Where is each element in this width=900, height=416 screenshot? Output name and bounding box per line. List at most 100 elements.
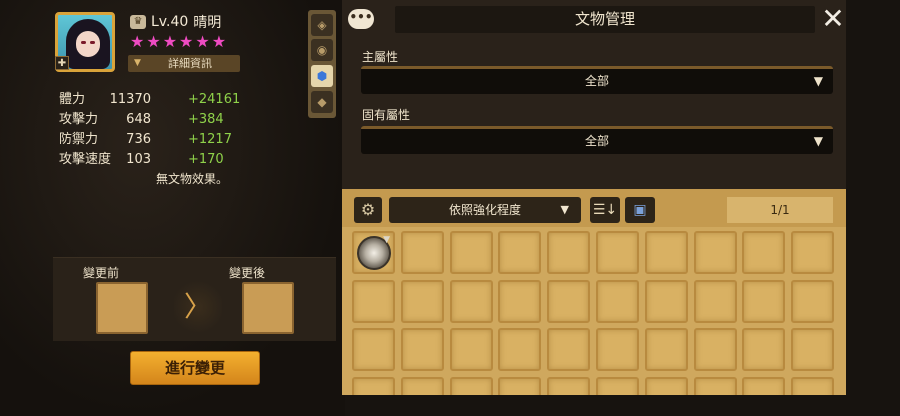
element-badge-icon: ✚ [55, 56, 69, 70]
inventory-slot[interactable] [547, 328, 590, 371]
stat-base: 736 [126, 132, 151, 147]
inventory-slot[interactable] [498, 328, 541, 371]
artifact-inventory: ⚙ 依照強化程度 ▼ ☰↓ ▣ 1/1 ▼ [342, 189, 846, 395]
inventory-slot[interactable] [596, 328, 639, 371]
inventory-slot[interactable] [352, 328, 395, 371]
inventory-slot[interactable] [694, 231, 737, 274]
tab-skill-icon[interactable]: ◆ [311, 91, 333, 113]
gear-icon[interactable]: ⚙ [354, 197, 382, 223]
storage-bag-icon[interactable]: ▣ [625, 197, 655, 223]
inventory-slot[interactable] [498, 377, 541, 395]
inventory-slot[interactable] [742, 231, 785, 274]
chevron-down-icon: ▼ [560, 203, 569, 216]
hero-level-row: ♛ Lv.40 晴明 [130, 13, 221, 31]
inventory-slot[interactable] [645, 280, 688, 323]
page-indicator: 1/1 [727, 197, 833, 223]
stat-row-defense: 防禦力 736 +1217 [59, 130, 259, 150]
inventory-slot[interactable] [645, 231, 688, 274]
stat-row-hp: 體力 11370 +24161 [59, 90, 259, 110]
inventory-slot[interactable] [450, 231, 493, 274]
chevron-down-icon: ▼ [813, 74, 823, 88]
tab-equipment-icon[interactable]: ◈ [311, 14, 333, 36]
stat-base: 648 [126, 112, 151, 127]
inventory-slot[interactable] [694, 377, 737, 395]
slot-after[interactable] [242, 282, 294, 334]
inventory-slot[interactable] [694, 328, 737, 371]
star-icon: ★ [179, 32, 194, 51]
stat-base: 11370 [109, 92, 151, 107]
inventory-slot[interactable] [596, 231, 639, 274]
star-icon: ★ [130, 32, 145, 51]
sort-order-icon[interactable]: ☰↓ [590, 197, 620, 223]
inventory-slot[interactable] [498, 280, 541, 323]
stat-bonus: +24161 [188, 92, 241, 107]
stat-name: 攻擊力 [59, 112, 99, 127]
inventory-slot[interactable] [547, 231, 590, 274]
apply-change-button[interactable]: 進行變更 [130, 351, 260, 385]
main-attr-label: 主屬性 [362, 50, 399, 64]
inventory-slot[interactable] [694, 280, 737, 323]
inventory-slot[interactable] [596, 377, 639, 395]
hero-level: Lv.40 [151, 14, 189, 30]
inventory-slot[interactable] [645, 328, 688, 371]
stat-bonus: +170 [188, 152, 224, 167]
arrow-right-icon: 〉 [174, 278, 222, 336]
inventory-slot[interactable] [547, 377, 590, 395]
inventory-slot[interactable] [498, 231, 541, 274]
inventory-slot[interactable] [791, 377, 834, 395]
star-icon: ★ [146, 32, 161, 51]
inventory-slot[interactable] [547, 280, 590, 323]
stat-name: 攻擊速度 [59, 152, 112, 167]
stat-row-attack: 攻擊力 648 +384 [59, 110, 259, 130]
after-label: 變更後 [229, 266, 266, 280]
inventory-slot[interactable] [791, 231, 834, 274]
tab-artifact-icon[interactable]: ⬢ [311, 65, 333, 87]
stat-bonus: +1217 [188, 132, 232, 147]
inventory-slot[interactable] [791, 328, 834, 371]
main-attr-value: 全部 [584, 74, 609, 88]
star-icon: ★ [211, 32, 227, 51]
stat-name: 防禦力 [59, 132, 99, 147]
details-button[interactable]: ▼ 詳細資訊 [128, 55, 240, 72]
inventory-slot[interactable] [596, 280, 639, 323]
inventory-slot[interactable] [401, 377, 444, 395]
no-artifact-text: 無文物效果。 [156, 172, 229, 186]
inventory-slot[interactable] [742, 280, 785, 323]
close-icon[interactable]: ✕ [818, 4, 848, 34]
inventory-slot[interactable] [742, 328, 785, 371]
star-icon: ★ [162, 32, 178, 51]
inventory-slot[interactable] [450, 328, 493, 371]
slot-before[interactable] [96, 282, 148, 334]
artifact-item-icon[interactable]: ▼ [357, 235, 391, 270]
inventory-slot[interactable]: ▼ [352, 231, 395, 274]
inventory-slot[interactable] [791, 280, 834, 323]
stat-base: 103 [126, 152, 151, 167]
sort-select[interactable]: 依照強化程度 ▼ [389, 197, 581, 223]
rank-icon: ♛ [130, 15, 146, 29]
side-tabs: ◈ ◉ ⬢ ◆ [308, 10, 336, 118]
tab-rune-icon[interactable]: ◉ [311, 39, 333, 61]
inventory-slot[interactable] [352, 377, 395, 395]
before-label: 變更前 [83, 266, 120, 280]
inventory-slot[interactable] [450, 280, 493, 323]
inventory-slot[interactable] [742, 377, 785, 395]
equipped-mark-icon: ▼ [383, 235, 390, 245]
stat-row-speed: 攻擊速度 103 +170 [59, 150, 259, 170]
fixed-attr-select[interactable]: 全部 ▼ [361, 126, 833, 154]
star-icon: ★ [195, 32, 210, 51]
panel-title: 文物管理 [395, 6, 815, 33]
fixed-attr-value: 全部 [584, 134, 609, 148]
inventory-slot[interactable] [450, 377, 493, 395]
main-attr-select[interactable]: 全部 ▼ [361, 66, 833, 94]
fixed-attr-label: 固有屬性 [362, 108, 411, 122]
stat-bonus: +384 [188, 112, 224, 127]
chat-icon[interactable]: ••• [348, 9, 374, 29]
change-panel: 變更前 變更後 〉 [53, 257, 336, 341]
inventory-slot[interactable] [401, 280, 444, 323]
inventory-slot[interactable] [352, 280, 395, 323]
inventory-slot[interactable] [401, 231, 444, 274]
inventory-slot[interactable] [401, 328, 444, 371]
stats-list: 體力 11370 +24161 攻擊力 648 +384 防禦力 736 +12… [59, 90, 259, 170]
inventory-slot[interactable] [645, 377, 688, 395]
chevron-down-icon: ▼ [813, 134, 823, 148]
